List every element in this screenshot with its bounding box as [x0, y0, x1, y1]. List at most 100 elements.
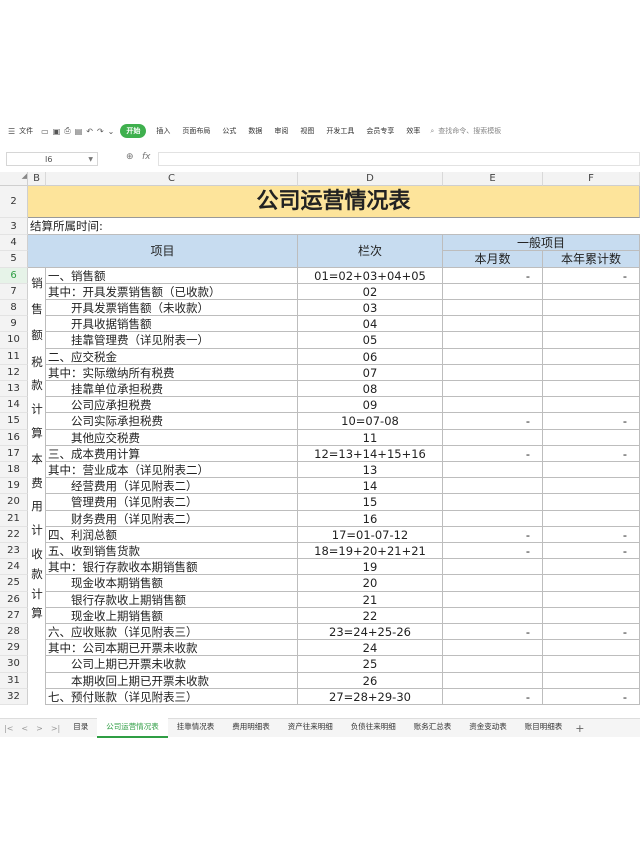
menu-page-layout[interactable]: 页面布局	[182, 126, 210, 136]
row-number[interactable]: 18	[0, 462, 28, 479]
month-value-cell[interactable]	[443, 510, 543, 527]
row-number[interactable]: 28	[0, 624, 28, 641]
item-cell[interactable]: 其他应交税费	[46, 429, 298, 446]
month-value-cell[interactable]: -	[443, 445, 543, 462]
item-cell[interactable]: 现金收上期销售额	[46, 607, 298, 624]
ytd-value-cell[interactable]	[543, 348, 640, 365]
ytd-value-cell[interactable]	[543, 300, 640, 317]
ytd-value-cell[interactable]	[543, 332, 640, 349]
column-number-cell[interactable]: 03	[298, 300, 443, 317]
row-number[interactable]: 13	[0, 381, 28, 398]
sheet-tab[interactable]: 负债往来明细	[342, 718, 405, 736]
ytd-value-cell[interactable]	[543, 494, 640, 511]
row-number[interactable]: 23	[0, 543, 28, 560]
item-cell[interactable]: 三、成本费用计算	[46, 445, 298, 462]
month-value-cell[interactable]	[443, 559, 543, 576]
ytd-value-cell[interactable]	[543, 316, 640, 333]
row-number[interactable]: 25	[0, 575, 28, 592]
row-number[interactable]: 5	[0, 251, 28, 268]
ytd-value-cell[interactable]	[543, 656, 640, 673]
sheet-tab[interactable]: 账目明细表	[516, 718, 572, 736]
save-icon[interactable]: ▣	[53, 127, 61, 136]
item-cell[interactable]: 银行存款收上期销售额	[46, 591, 298, 608]
row-number[interactable]: 6	[0, 267, 28, 284]
column-number-cell[interactable]: 15	[298, 494, 443, 511]
fx-icon[interactable]: fx	[142, 152, 151, 162]
menu-data[interactable]: 数据	[248, 126, 262, 136]
row-number[interactable]: 10	[0, 332, 28, 349]
column-number-cell[interactable]: 26	[298, 672, 443, 689]
item-cell[interactable]: 开具发票销售额（未收款）	[46, 300, 298, 317]
ytd-value-cell[interactable]: -	[543, 413, 640, 430]
sheet-tab[interactable]: 公司运营情况表	[97, 718, 168, 738]
month-value-cell[interactable]: -	[443, 543, 543, 560]
sheet-tab[interactable]: 资金变动表	[460, 718, 516, 736]
ytd-value-cell[interactable]: -	[543, 624, 640, 641]
column-header-B[interactable]: B	[28, 172, 46, 186]
item-cell[interactable]: 管理费用（详见附表二）	[46, 494, 298, 511]
row-number[interactable]: 31	[0, 672, 28, 689]
item-cell[interactable]: 财务费用（详见附表二）	[46, 510, 298, 527]
item-cell[interactable]: 一、销售额	[46, 267, 298, 284]
month-value-cell[interactable]	[443, 607, 543, 624]
column-number-cell[interactable]: 18=19+20+21+21	[298, 543, 443, 560]
item-cell[interactable]: 公司上期已开票未收款	[46, 656, 298, 673]
name-box[interactable]: I6 ▼	[6, 152, 98, 166]
column-number-cell[interactable]: 11	[298, 429, 443, 446]
ytd-value-cell[interactable]: -	[543, 688, 640, 705]
command-search[interactable]: 查找命令、搜索模板	[438, 126, 501, 136]
item-cell[interactable]: 四、利润总额	[46, 526, 298, 543]
month-value-cell[interactable]	[443, 316, 543, 333]
column-number-cell[interactable]: 08	[298, 381, 443, 398]
month-value-cell[interactable]	[443, 478, 543, 495]
menu-member[interactable]: 会员专享	[366, 126, 394, 136]
column-number-cell[interactable]: 02	[298, 283, 443, 300]
column-number-cell[interactable]: 01=02+03+04+05	[298, 267, 443, 284]
header-item[interactable]: 项目	[28, 235, 298, 268]
month-value-cell[interactable]	[443, 283, 543, 300]
next-sheet-icon[interactable]: >	[36, 724, 43, 733]
item-cell[interactable]: 其中：营业成本（详见附表二）	[46, 462, 298, 479]
ytd-value-cell[interactable]	[543, 607, 640, 624]
select-all-corner[interactable]: ◢	[0, 172, 28, 186]
column-number-cell[interactable]: 09	[298, 397, 443, 414]
month-value-cell[interactable]: -	[443, 688, 543, 705]
row-number[interactable]: 14	[0, 397, 28, 414]
ytd-value-cell[interactable]	[543, 559, 640, 576]
column-number-cell[interactable]: 17=01-07-12	[298, 526, 443, 543]
row-number[interactable]: 11	[0, 348, 28, 365]
item-cell[interactable]: 五、收到销售货款	[46, 543, 298, 560]
row-number[interactable]: 24	[0, 559, 28, 576]
row-number[interactable]: 26	[0, 591, 28, 608]
ytd-value-cell[interactable]: -	[543, 445, 640, 462]
column-number-cell[interactable]: 10=07-08	[298, 413, 443, 430]
search-icon[interactable]: ⌕	[430, 127, 434, 136]
item-cell[interactable]: 其中：公司本期已开票未收款	[46, 640, 298, 657]
column-number-cell[interactable]: 05	[298, 332, 443, 349]
column-number-cell[interactable]: 13	[298, 462, 443, 479]
sheet-tab[interactable]: 目录	[64, 718, 97, 736]
row-number[interactable]: 16	[0, 429, 28, 446]
item-cell[interactable]: 六、应收账款（详见附表三）	[46, 624, 298, 641]
item-cell[interactable]: 挂靠单位承担税费	[46, 381, 298, 398]
sheet-tab[interactable]: 费用明细表	[223, 718, 279, 736]
month-value-cell[interactable]	[443, 381, 543, 398]
ytd-value-cell[interactable]	[543, 510, 640, 527]
header-column-no[interactable]: 栏次	[298, 235, 443, 268]
item-cell[interactable]: 本期收回上期已开票未收款	[46, 672, 298, 689]
menu-insert[interactable]: 插入	[156, 126, 170, 136]
undo-icon[interactable]: ↶	[86, 127, 93, 136]
add-sheet-icon[interactable]: +	[575, 722, 584, 735]
month-value-cell[interactable]: -	[443, 267, 543, 284]
month-value-cell[interactable]	[443, 672, 543, 689]
ytd-value-cell[interactable]	[543, 640, 640, 657]
last-sheet-icon[interactable]: >|	[51, 724, 60, 733]
month-value-cell[interactable]	[443, 300, 543, 317]
row-number[interactable]: 2	[0, 186, 28, 218]
column-number-cell[interactable]: 25	[298, 656, 443, 673]
row-number[interactable]: 20	[0, 494, 28, 511]
month-value-cell[interactable]	[443, 575, 543, 592]
month-value-cell[interactable]	[443, 364, 543, 381]
item-cell[interactable]: 现金收本期销售额	[46, 575, 298, 592]
row-number[interactable]: 22	[0, 526, 28, 543]
